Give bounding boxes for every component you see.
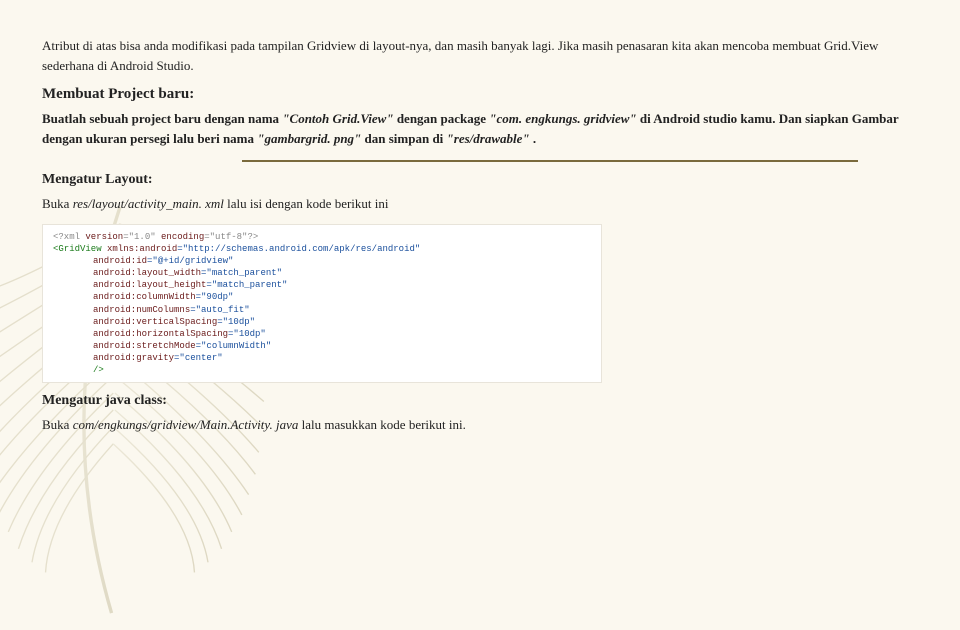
layout-body: Buka res/layout/activity_main. xml lalu … (42, 194, 918, 214)
create-project-body: Buatlah sebuah project baru dengan nama … (42, 109, 918, 149)
divider (242, 160, 858, 162)
heading-java-class: Mengatur java class: (42, 393, 918, 409)
heading-create-project: Membuat Project baru: (42, 86, 918, 103)
slide-content: Atribut di atas bisa anda modifikasi pad… (42, 36, 918, 436)
intro-paragraph: Atribut di atas bisa anda modifikasi pad… (42, 36, 918, 76)
xml-code-block: <?xml version="1.0" encoding="utf-8"?> <… (42, 224, 602, 384)
java-class-body: Buka com/engkungs/gridview/Main.Activity… (42, 415, 918, 435)
heading-layout: Mengatur Layout: (42, 172, 918, 188)
